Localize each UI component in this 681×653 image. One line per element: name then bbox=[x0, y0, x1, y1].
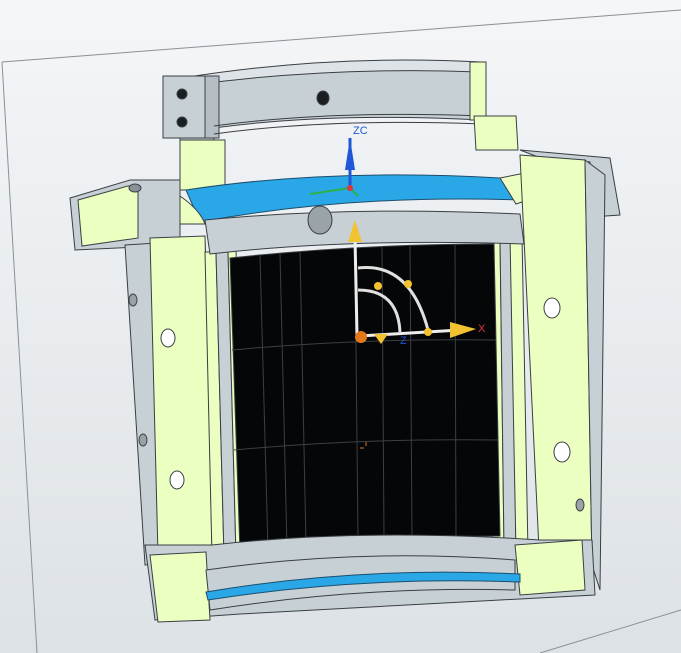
housing-left-wall[interactable] bbox=[124, 235, 245, 566]
zc-axis-label: ZC bbox=[353, 125, 368, 137]
graphics-viewport[interactable]: ZC X Z bbox=[0, 0, 681, 653]
x-axis-label: X bbox=[478, 323, 486, 335]
model-canvas[interactable]: ZC X Z bbox=[0, 0, 681, 653]
rotate-handle-icon[interactable] bbox=[404, 280, 412, 288]
rotate-handle-icon[interactable] bbox=[374, 282, 382, 290]
work-plane-outline-bottom bbox=[539, 609, 681, 653]
z-axis-label: Z bbox=[400, 335, 407, 347]
rotate-handle-icon[interactable] bbox=[424, 328, 432, 336]
top-cap[interactable] bbox=[162, 59, 519, 191]
work-plane-outline bbox=[1, 9, 681, 63]
work-plane-outline-left bbox=[1, 61, 38, 653]
origin-icon[interactable] bbox=[355, 331, 367, 343]
